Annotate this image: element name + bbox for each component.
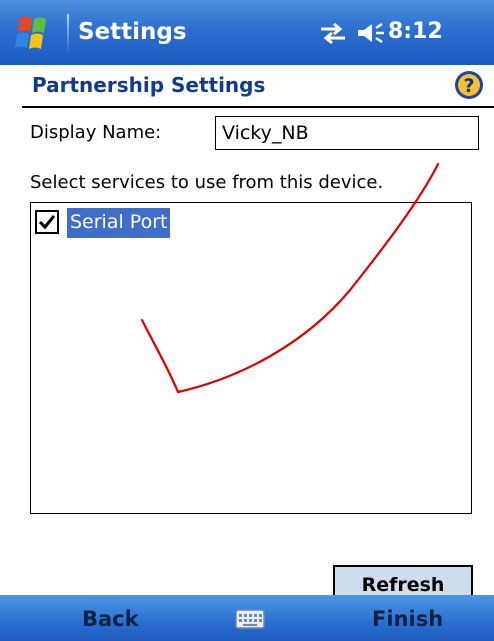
display-name-label: Display Name: — [30, 122, 162, 143]
help-icon[interactable]: ? — [454, 70, 484, 100]
services-prompt: Select services to use from this device. — [30, 172, 384, 193]
page-title: Partnership Settings — [32, 73, 266, 97]
display-name-input[interactable] — [215, 116, 479, 150]
serial-port-label[interactable]: Serial Port — [67, 208, 171, 238]
keyboard-icon[interactable] — [235, 608, 265, 630]
svg-text:?: ? — [463, 75, 474, 97]
finish-softkey[interactable]: Finish — [372, 607, 443, 631]
back-softkey[interactable]: Back — [82, 607, 139, 631]
app-title: Settings — [78, 19, 187, 45]
title-bar: Settings 8:12 — [0, 0, 494, 65]
title-separator — [67, 14, 69, 52]
title-divider — [22, 106, 494, 108]
windows-logo-icon[interactable] — [12, 14, 56, 54]
connectivity-icon[interactable] — [318, 21, 348, 45]
volume-icon[interactable] — [354, 20, 386, 46]
softkey-bar: Back Finish — [0, 595, 494, 641]
services-list[interactable]: Serial Port — [30, 202, 472, 514]
serial-port-checkbox[interactable] — [35, 210, 59, 234]
check-mark-icon — [38, 215, 56, 230]
clock[interactable]: 8:12 — [388, 19, 443, 44]
